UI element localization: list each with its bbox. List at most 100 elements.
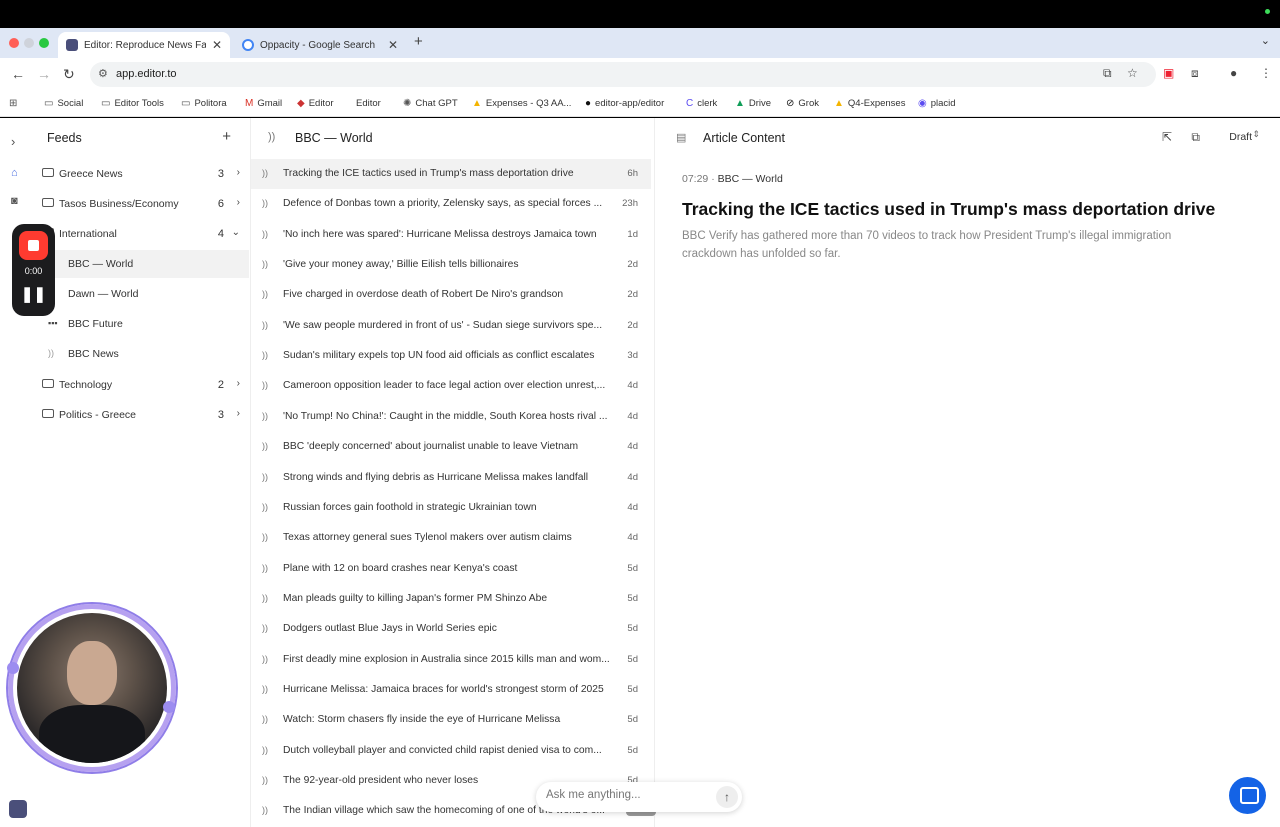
back-button[interactable]: ← — [11, 66, 25, 82]
webcam-resize-handle[interactable] — [163, 701, 175, 713]
article-row[interactable]: )) Strong winds and flying debris as Hurr… — [251, 463, 651, 493]
bookmark-label: Gmail — [257, 98, 283, 109]
feed-bbc-world[interactable]: BBC — World — [34, 250, 249, 278]
close-window-button[interactable] — [9, 38, 19, 48]
extension-icon[interactable]: ▣ — [1163, 66, 1174, 80]
bot-icon[interactable]: ◙ — [11, 195, 18, 207]
article-row[interactable]: )) Dodgers outlast Blue Jays in World Ser… — [251, 614, 651, 644]
extensions-puzzle-icon[interactable]: ⧈ — [1191, 66, 1199, 81]
site-settings-icon[interactable]: ⚙ — [98, 67, 108, 80]
close-tab-icon[interactable]: ✕ — [388, 38, 398, 52]
article-row[interactable]: )) 'We saw people murdered in front of us… — [251, 311, 651, 341]
address-bar[interactable]: ⚙ app.editor.to — [90, 62, 1156, 87]
bookmark-editor-tools[interactable]: ▭ Editor Tools — [101, 98, 164, 109]
bookmark-expenses-q3[interactable]: ▲ Expenses - Q3 AA... — [472, 98, 571, 109]
minimize-window-button[interactable] — [24, 38, 34, 48]
bookmark-label: Grok — [798, 98, 819, 109]
article-row[interactable]: )) Russian forces gain foothold in strate… — [251, 493, 651, 523]
bookmark-placid[interactable]: ◉ placid — [918, 98, 956, 109]
expand-sidebar-chevron-icon[interactable]: › — [11, 134, 15, 149]
close-tab-icon[interactable]: ✕ — [212, 38, 222, 52]
bookmark-social[interactable]: ▭ Social — [44, 98, 83, 109]
article-row[interactable]: )) Sudan's military expels top UN food ai… — [251, 341, 651, 371]
chevron-updown-icon[interactable]: ⇕ — [1252, 129, 1260, 140]
article-row[interactable]: )) 'Give your money away,' Billie Eilish … — [251, 250, 651, 280]
chevron-right-icon[interactable]: › — [237, 167, 240, 178]
bookmark-github[interactable]: ● editor-app/editor — [585, 98, 664, 109]
webcam-bubble[interactable] — [17, 613, 167, 763]
article-row[interactable]: )) Dutch volleyball player and convicted … — [251, 736, 651, 766]
article-row[interactable]: )) Plane with 12 on board crashes near Ke… — [251, 554, 651, 584]
forward-button[interactable]: → — [37, 66, 51, 82]
article-row[interactable]: )) BBC 'deeply concerned' about journalis… — [251, 432, 651, 462]
apps-grid-icon[interactable]: ⊞ — [9, 98, 21, 109]
bookmark-chat-gpt[interactable]: ✺ Chat GPT — [403, 98, 458, 109]
bookmark-q4-expenses[interactable]: ▲ Q4-Expenses — [834, 98, 905, 109]
install-app-icon[interactable]: ⧉ — [1103, 66, 1112, 81]
rss-icon: )) — [262, 380, 268, 391]
folder-politics-greece[interactable]: Politics - Greece 3 › — [34, 401, 249, 429]
tab-google-search[interactable]: Oppacity - Google Search ✕ — [234, 32, 406, 58]
new-tab-button[interactable]: + — [414, 33, 423, 50]
browser-menu-icon[interactable]: ⋮ — [1260, 66, 1272, 80]
chevron-down-icon[interactable]: ⌄ — [232, 227, 240, 238]
article-title: Texas attorney general sues Tylenol make… — [283, 532, 572, 544]
bookmark-drive[interactable]: ▲ Drive — [735, 98, 771, 109]
article-row[interactable]: )) Defence of Donbas town a priority, Zel… — [251, 189, 651, 219]
profile-avatar[interactable]: ● — [1230, 66, 1237, 80]
tab-editor[interactable]: Editor: Reproduce News Fast ✕ — [58, 32, 230, 58]
bookmark-editor-2[interactable]: Editor — [352, 98, 381, 109]
url-text[interactable]: app.editor.to — [116, 68, 177, 80]
add-feed-button[interactable]: + — [222, 128, 231, 145]
article-title: 'No inch here was spared': Hurricane Mel… — [283, 228, 597, 240]
bookmark-editor[interactable]: ◆ Editor — [297, 98, 334, 109]
webcam-resize-handle[interactable] — [7, 662, 19, 674]
folder-international[interactable]: International 4 ⌄ — [34, 220, 249, 248]
chevron-right-icon[interactable]: › — [237, 408, 240, 419]
folder-icon: ▭ — [101, 98, 111, 109]
app-area: › ⌂ ◙ Feeds + Greece News 3 › Tasos Busi… — [0, 118, 1280, 827]
bookmark-grok[interactable]: ⊘ Grok — [786, 98, 819, 109]
app-logo-icon[interactable] — [9, 800, 27, 818]
open-external-icon[interactable]: ⇱ — [1162, 130, 1172, 144]
article-row[interactable]: )) Hurricane Melissa: Jamaica braces for … — [251, 675, 651, 705]
bookmark-clerk[interactable]: Cclerk — [686, 98, 717, 109]
chat-support-button[interactable] — [1229, 777, 1266, 814]
article-row[interactable]: )) Five charged in overdose death of Robe… — [251, 280, 651, 310]
feed-bbc-news[interactable]: )) BBC News — [34, 340, 249, 368]
reload-button[interactable]: ↻ — [63, 66, 75, 83]
article-row[interactable]: )) First deadly mine explosion in Austral… — [251, 645, 651, 675]
feed-title: BBC — World — [295, 131, 373, 145]
send-arrow-icon[interactable]: ↑ — [716, 786, 738, 808]
article-row[interactable]: )) 'No Trump! No China!': Caught in the m… — [251, 402, 651, 432]
bookmark-gmail[interactable]: M Gmail — [245, 98, 282, 109]
folder-greece-news[interactable]: Greece News 3 › — [34, 160, 249, 188]
article-row[interactable]: )) Cameroon opposition leader to face leg… — [251, 371, 651, 401]
duplicate-icon[interactable]: ⧉ — [1191, 130, 1200, 145]
chevron-right-icon[interactable]: › — [237, 197, 240, 208]
tab-search-chevron-icon[interactable]: ⌄ — [1261, 34, 1270, 47]
rss-icon: )) — [262, 319, 268, 330]
feed-bbc-future[interactable]: ▪▪▪ BBC Future — [34, 310, 249, 338]
article-age: 4d — [627, 501, 638, 513]
home-icon[interactable]: ⌂ — [11, 167, 18, 179]
bookmark-politora[interactable]: ▭ Politora — [181, 98, 227, 109]
ask-input[interactable] — [546, 789, 706, 801]
bookmark-label: Editor — [356, 98, 381, 109]
stop-recording-button[interactable] — [19, 231, 48, 260]
bookmark-label: Politora — [194, 98, 227, 109]
folder-tasos-business[interactable]: Tasos Business/Economy 6 › — [34, 190, 249, 218]
pause-recording-button[interactable]: ❚❚ — [12, 285, 55, 303]
article-summary: BBC Verify has gathered more than 70 vid… — [682, 230, 1172, 260]
maximize-window-button[interactable] — [39, 38, 49, 48]
article-row[interactable]: )) Watch: Storm chasers fly inside the ey… — [251, 705, 651, 735]
feed-dawn-world[interactable]: Dawn — World — [34, 280, 249, 308]
folder-technology[interactable]: Technology 2 › — [34, 371, 249, 399]
bookmark-star-icon[interactable]: ☆ — [1127, 66, 1138, 80]
status-select[interactable]: Draft — [1229, 131, 1252, 143]
chevron-right-icon[interactable]: › — [237, 378, 240, 389]
article-row[interactable]: )) Tracking the ICE tactics used in Trump… — [251, 159, 651, 189]
article-row[interactable]: )) Man pleads guilty to killing Japan's f… — [251, 584, 651, 614]
article-row[interactable]: )) Texas attorney general sues Tylenol ma… — [251, 523, 651, 553]
article-row[interactable]: )) 'No inch here was spared': Hurricane M… — [251, 220, 651, 250]
